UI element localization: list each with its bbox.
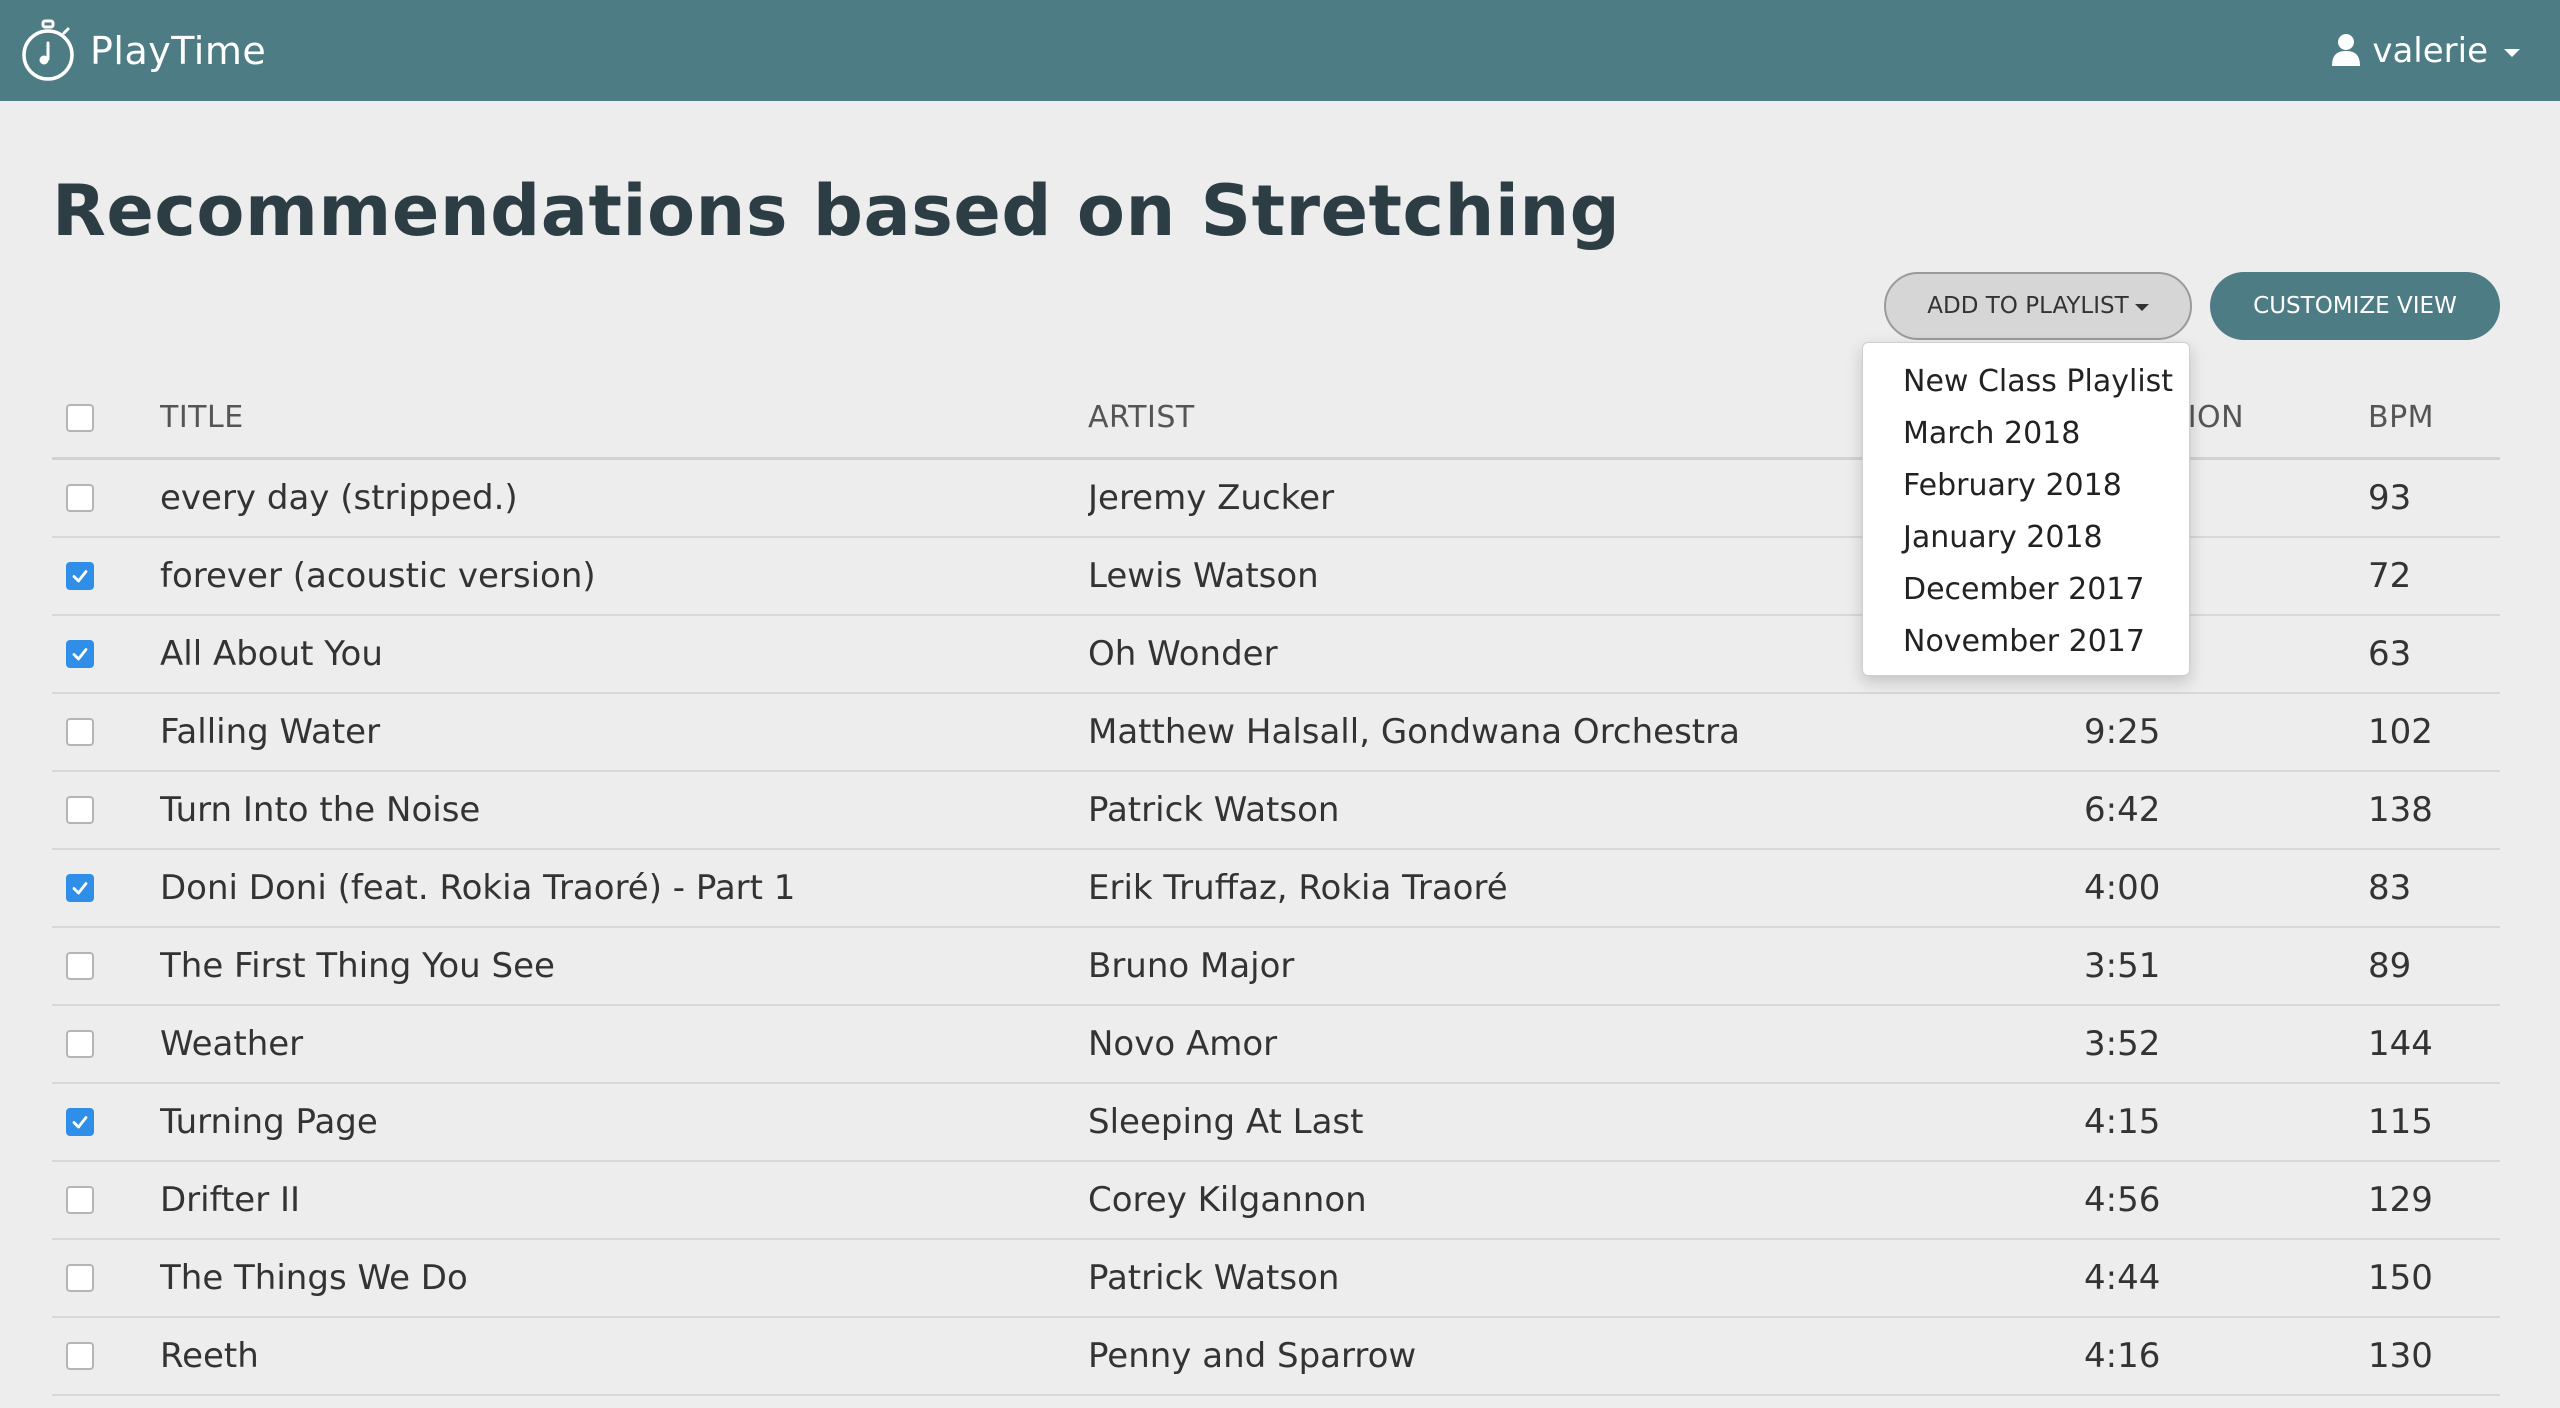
dropdown-item-february-2018[interactable]: February 2018	[1863, 459, 2189, 511]
row-checkbox[interactable]	[66, 640, 94, 668]
track-artist: Matthew Halsall, Gondwana Orchestra	[1088, 712, 1740, 752]
row-checkbox[interactable]	[66, 1108, 94, 1136]
track-title: forever (acoustic version)	[160, 556, 596, 596]
track-duration: 4:56	[2084, 1180, 2161, 1220]
track-duration: 9:25	[2084, 712, 2161, 752]
track-duration: 3:51	[2084, 946, 2161, 986]
user-icon	[2330, 32, 2362, 70]
dropdown-item-december-2017[interactable]: December 2017	[1863, 563, 2189, 615]
track-title: Turn Into the Noise	[160, 790, 481, 830]
track-bpm: 102	[2368, 712, 2433, 752]
playlist-dropdown-menu: New Class Playlist March 2018 February 2…	[1862, 342, 2190, 676]
track-title: Reeth	[160, 1336, 259, 1376]
row-checkbox[interactable]	[66, 718, 94, 746]
track-bpm: 72	[2368, 556, 2412, 596]
table-row[interactable]: Turning Page Sleeping At Last 4:15 115	[52, 1084, 2500, 1162]
row-checkbox[interactable]	[66, 874, 94, 902]
track-artist: Novo Amor	[1088, 1024, 1278, 1064]
table-row[interactable]: Doni Doni (feat. Rokia Traoré) - Part 1 E…	[52, 850, 2500, 928]
checkmark-icon	[72, 570, 88, 583]
table-row[interactable]: The Things We Do Patrick Watson 4:44 150	[52, 1240, 2500, 1318]
add-to-playlist-button[interactable]: ADD TO PLAYLIST	[1884, 272, 2192, 340]
track-bpm: 150	[2368, 1258, 2433, 1298]
track-artist: Erik Truffaz, Rokia Traoré	[1088, 868, 1508, 908]
caret-down-icon	[2134, 304, 2149, 311]
track-artist: Patrick Watson	[1088, 1258, 1340, 1298]
track-bpm: 144	[2368, 1024, 2433, 1064]
track-duration: 4:44	[2084, 1258, 2161, 1298]
track-title: Falling Water	[160, 712, 381, 752]
header-bpm[interactable]: BPM	[2368, 400, 2500, 435]
track-bpm: 89	[2368, 946, 2412, 986]
track-bpm: 63	[2368, 634, 2412, 674]
row-checkbox[interactable]	[66, 1030, 94, 1058]
track-artist: Corey Kilgannon	[1088, 1180, 1367, 1220]
checkmark-icon	[72, 882, 88, 895]
track-duration: 3:52	[2084, 1024, 2161, 1064]
track-artist: Penny and Sparrow	[1088, 1336, 1417, 1376]
track-artist: Patrick Watson	[1088, 790, 1340, 830]
track-bpm: 130	[2368, 1336, 2433, 1376]
add-to-playlist-label: ADD TO PLAYLIST	[1927, 293, 2129, 319]
checkmark-icon	[72, 648, 88, 661]
track-duration: 4:00	[2084, 868, 2161, 908]
track-title: The First Thing You See	[160, 946, 555, 986]
row-checkbox[interactable]	[66, 952, 94, 980]
customize-view-button[interactable]: CUSTOMIZE VIEW	[2210, 272, 2500, 340]
customize-view-label: CUSTOMIZE VIEW	[2253, 293, 2457, 319]
row-checkbox[interactable]	[66, 1264, 94, 1292]
track-duration: 4:16	[2084, 1336, 2161, 1376]
row-checkbox[interactable]	[66, 1186, 94, 1214]
select-all-checkbox[interactable]	[66, 403, 94, 432]
track-bpm: 129	[2368, 1180, 2433, 1220]
stopwatch-icon	[20, 19, 76, 83]
track-title: Drifter II	[160, 1180, 301, 1220]
table-row[interactable]: Drifter II Corey Kilgannon 4:56 129	[52, 1162, 2500, 1240]
table-row[interactable]: Reeth Penny and Sparrow 4:16 130	[52, 1318, 2500, 1396]
table-row[interactable]: Turn Into the Noise Patrick Watson 6:42 138	[52, 772, 2500, 850]
track-title: All About You	[160, 634, 383, 674]
user-name: valerie	[2372, 30, 2488, 71]
dropdown-item-january-2018[interactable]: January 2018	[1863, 511, 2189, 563]
brand[interactable]: PlayTime	[20, 19, 266, 83]
dropdown-item-november-2017[interactable]: November 2017	[1863, 615, 2189, 667]
track-duration: 6:42	[2084, 790, 2161, 830]
row-checkbox[interactable]	[66, 1342, 94, 1370]
row-checkbox[interactable]	[66, 796, 94, 824]
track-artist: Bruno Major	[1088, 946, 1295, 986]
track-title: The Things We Do	[160, 1258, 468, 1298]
checkmark-icon	[72, 1116, 88, 1129]
table-row[interactable]: The First Thing You See Bruno Major 3:51 89	[52, 928, 2500, 1006]
dropdown-item-new-class-playlist[interactable]: New Class Playlist	[1863, 355, 2189, 407]
track-duration: 4:15	[2084, 1102, 2161, 1142]
table-row[interactable]: Falling Water Matthew Halsall, Gondwana O…	[52, 694, 2500, 772]
track-bpm: 83	[2368, 868, 2412, 908]
header-title[interactable]: TITLE	[160, 400, 1088, 435]
table-row[interactable]: Weather Novo Amor 3:52 144	[52, 1006, 2500, 1084]
track-title: Turning Page	[160, 1102, 378, 1142]
track-title: every day (stripped.)	[160, 478, 518, 518]
track-bpm: 138	[2368, 790, 2433, 830]
track-title: Doni Doni (feat. Rokia Traoré) - Part 1	[160, 868, 796, 908]
track-artist: Sleeping At Last	[1088, 1102, 1364, 1142]
user-menu[interactable]: valerie	[2330, 31, 2520, 71]
track-title: Weather	[160, 1024, 304, 1064]
track-bpm: 93	[2368, 478, 2412, 518]
dropdown-item-march-2018[interactable]: March 2018	[1863, 407, 2189, 459]
track-bpm: 115	[2368, 1102, 2433, 1142]
page-title: Recommendations based on Stretching	[52, 170, 1621, 252]
row-checkbox[interactable]	[66, 484, 94, 512]
chevron-down-icon	[2504, 48, 2520, 57]
app-name: PlayTime	[90, 28, 267, 73]
top-navbar: PlayTime valerie	[0, 0, 2560, 101]
row-checkbox[interactable]	[66, 562, 94, 590]
